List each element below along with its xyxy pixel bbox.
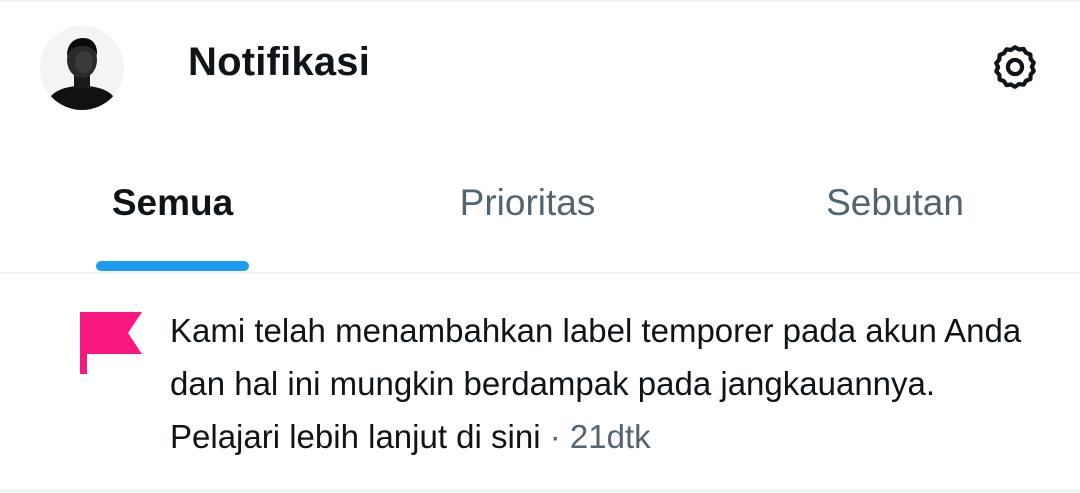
top-bar: Notifikasi — [0, 0, 1080, 140]
gear-icon[interactable] — [990, 42, 1040, 92]
tab-label: Semua — [111, 182, 234, 223]
tab-semua[interactable]: Semua — [60, 150, 285, 272]
tab-prioritas[interactable]: Prioritas — [410, 150, 645, 272]
tab-sebutan[interactable]: Sebutan — [780, 150, 1010, 272]
tab-label: Prioritas — [459, 182, 596, 223]
page-title: Notifikasi — [188, 40, 371, 84]
avatar[interactable] — [40, 26, 124, 110]
active-tab-indicator — [96, 261, 249, 271]
bottom-border — [0, 489, 1080, 493]
tab-bar: Semua Prioritas Sebutan — [0, 150, 1080, 272]
separator-dot: · — [549, 418, 561, 455]
avatar-image — [40, 26, 124, 110]
tab-label: Sebutan — [826, 182, 964, 223]
notification-text: Kami telah menambahkan label temporer pa… — [170, 304, 1050, 463]
flag-icon — [80, 312, 142, 376]
timestamp: 21dtk — [569, 418, 651, 455]
